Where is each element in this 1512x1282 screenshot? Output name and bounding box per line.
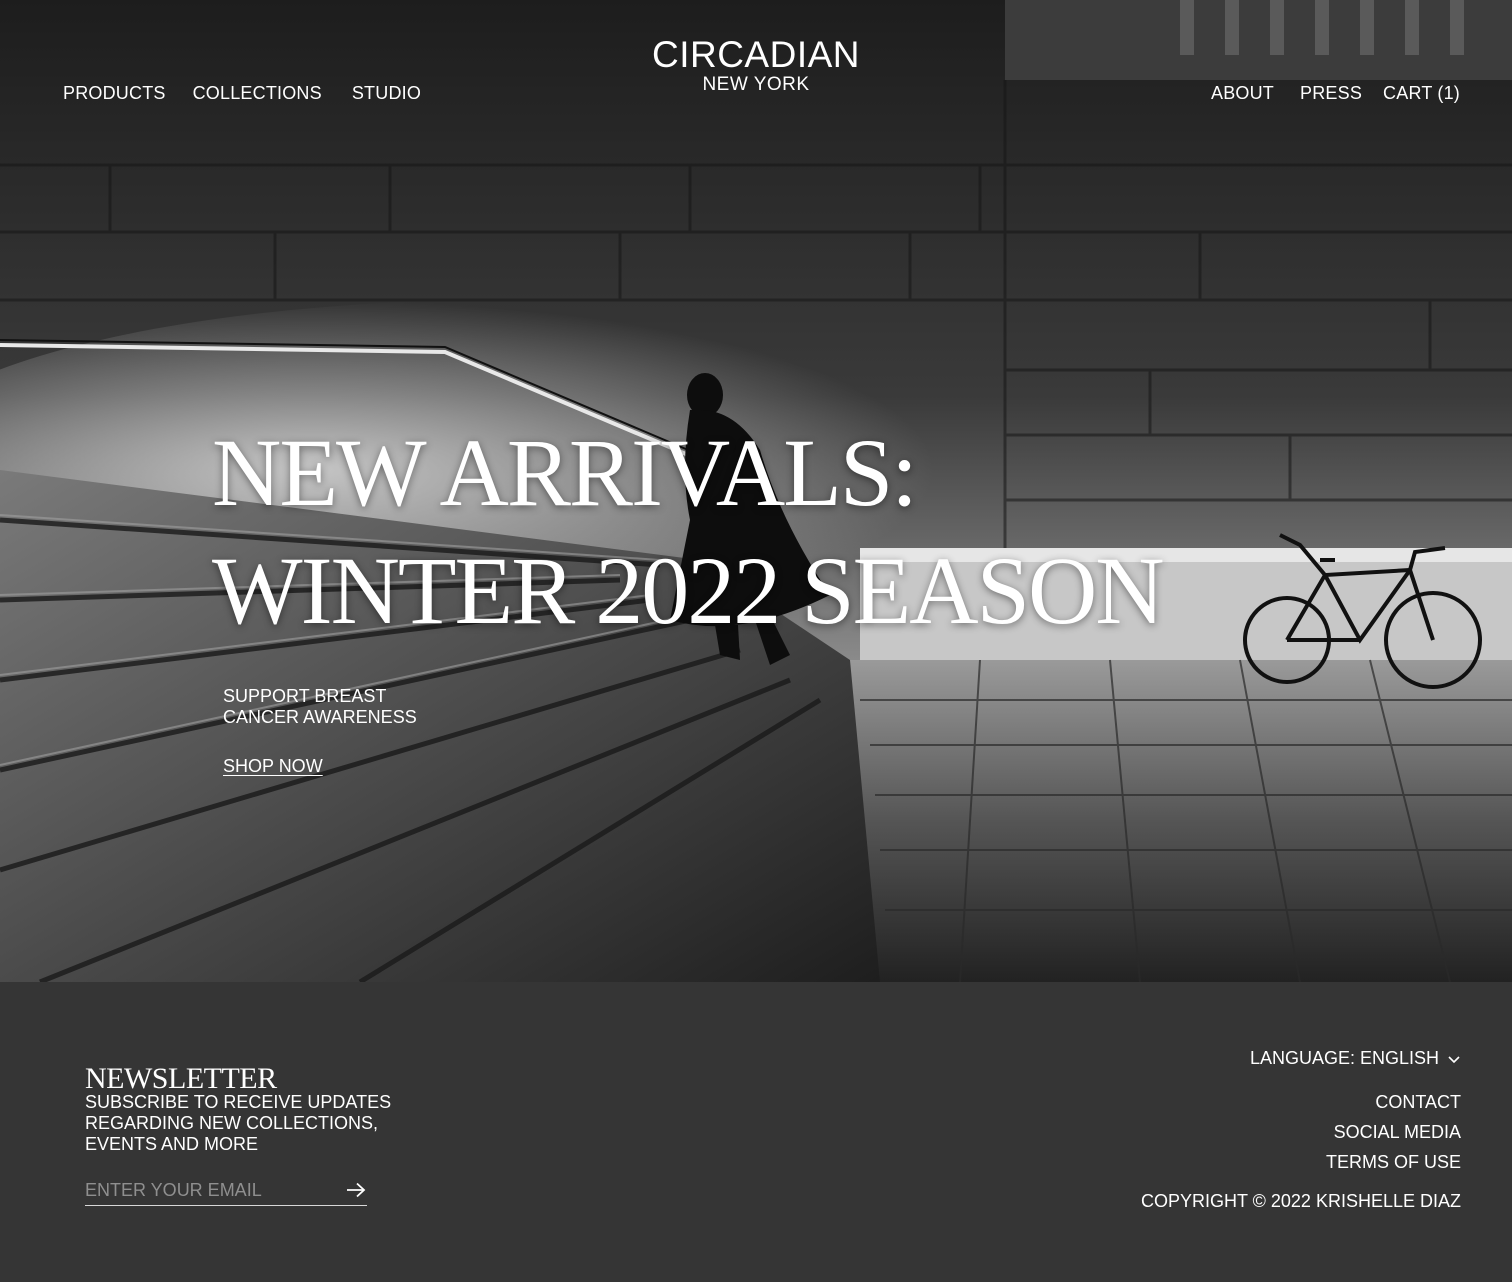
arrow-right-icon	[347, 1182, 366, 1198]
footer-link-terms-of-use[interactable]: TERMS OF USE	[1326, 1152, 1461, 1173]
footer-link-contact[interactable]: CONTACT	[1326, 1092, 1461, 1113]
hero-headline: NEW ARRIVALS: WINTER 2022 SEASON	[212, 414, 1165, 650]
hero-headline-line1: NEW ARRIVALS:	[212, 419, 918, 527]
copyright-text: COPYRIGHT © 2022 KRISHELLE DIAZ	[1140, 1191, 1461, 1211]
footer-links: CONTACT SOCIAL MEDIA TERMS OF USE	[1326, 1092, 1461, 1182]
logo-brand-name: CIRCADIAN	[651, 34, 861, 75]
newsletter-description: SUBSCRIBE TO RECEIVE UPDATES REGARDING N…	[85, 1092, 392, 1154]
newsletter-submit-button[interactable]	[345, 1179, 367, 1201]
newsletter-title: NEWSLETTER	[85, 1061, 277, 1095]
language-label: LANGUAGE: ENGLISH	[1249, 1048, 1439, 1068]
site-footer: NEWSLETTER SUBSCRIBE TO RECEIVE UPDATES …	[0, 982, 1512, 1282]
email-input[interactable]	[85, 1176, 345, 1204]
shop-now-link[interactable]: SHOP NOW	[223, 756, 323, 777]
nav-press[interactable]: PRESS	[1300, 83, 1362, 104]
nav-cart[interactable]: CART (1)	[1383, 83, 1460, 104]
nav-about[interactable]: ABOUT	[1211, 83, 1274, 104]
hero-headline-line2: WINTER 2022 SEASON	[212, 537, 1165, 645]
hero-banner: PRODUCTS COLLECTIONS STUDIO CIRCADIAN NE…	[0, 0, 1512, 982]
main-nav-right: ABOUT PRESS CART (1)	[1211, 83, 1460, 104]
hero-subtext: SUPPORT BREAST CANCER AWARENESS	[223, 686, 417, 727]
language-selector[interactable]: LANGUAGE: ENGLISH	[1250, 1048, 1461, 1069]
chevron-down-icon	[1448, 1055, 1460, 1063]
newsletter-form	[85, 1175, 367, 1206]
footer-link-social-media[interactable]: SOCIAL MEDIA	[1326, 1122, 1461, 1143]
